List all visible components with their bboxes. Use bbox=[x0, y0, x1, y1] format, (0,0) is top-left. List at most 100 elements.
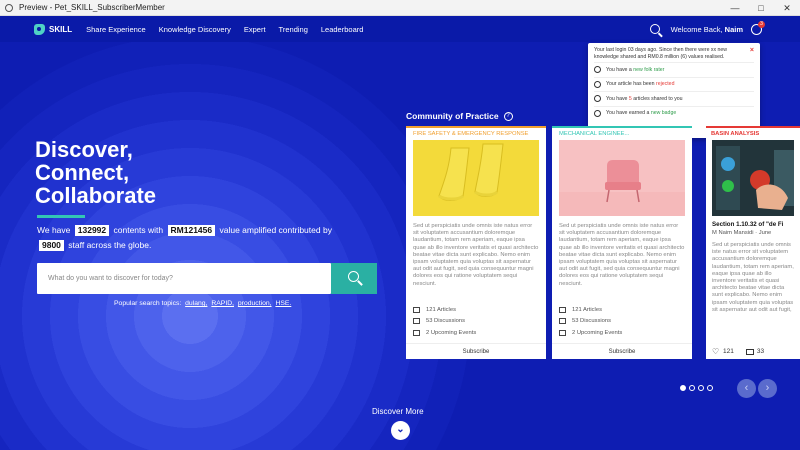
articles-count: 121 Articles bbox=[572, 306, 602, 313]
skill-logo-icon bbox=[34, 23, 45, 35]
stats-text: staff across the globe. bbox=[68, 240, 152, 250]
badge-icon bbox=[594, 109, 601, 117]
notification-item[interactable]: Your article has been rejected bbox=[594, 76, 754, 92]
card-meta: 121 Articles 53 Discussions 2 Upcoming E… bbox=[552, 304, 692, 339]
notification-badge: 3 bbox=[758, 20, 765, 28]
top-navbar: SKILL Share Experience Knowledge Discove… bbox=[0, 16, 800, 42]
card-discussions: 53 Discussions bbox=[559, 316, 685, 328]
community-card[interactable]: FIRE SAFETY & EMERGENCY RESPONSE Sed ut … bbox=[406, 126, 546, 359]
carousel-dot[interactable] bbox=[680, 385, 686, 391]
carousel-dot[interactable] bbox=[698, 385, 704, 391]
notification-text: Your article has been bbox=[606, 81, 655, 88]
help-icon[interactable]: ? bbox=[503, 111, 513, 121]
discover-search-input[interactable]: What do you want to discover for today? bbox=[37, 263, 331, 294]
minimize-button[interactable]: — bbox=[722, 0, 748, 16]
notification-popup: × Your last login 03 days ago. Since the… bbox=[588, 43, 760, 138]
events-count: 2 Upcoming Events bbox=[572, 329, 623, 336]
welcome-text: Welcome Back, Naim bbox=[671, 25, 743, 34]
contents-count: 132992 bbox=[74, 225, 110, 236]
notification-item[interactable]: You have earned a new badge bbox=[594, 105, 754, 121]
article-card[interactable]: BASIN ANALYSIS Section 1.10.32 of "de Fi… bbox=[706, 126, 800, 359]
person-icon bbox=[594, 66, 601, 74]
heart-icon[interactable]: ♡ bbox=[712, 348, 720, 356]
user-profile-icon[interactable]: 3 bbox=[751, 20, 765, 35]
staff-count: 9800 bbox=[39, 240, 64, 251]
hero-divider bbox=[37, 215, 85, 218]
app-icon bbox=[5, 3, 13, 12]
calendar-icon bbox=[559, 329, 566, 336]
clipboard-icon bbox=[594, 80, 601, 88]
card-image bbox=[712, 140, 794, 216]
card-meta: 121 Articles 53 Discussions 2 Upcoming E… bbox=[406, 304, 546, 339]
notification-intro: Your last login 03 days ago. Since then … bbox=[594, 47, 728, 60]
nav-trending[interactable]: Trending bbox=[279, 25, 308, 34]
articles-icon bbox=[559, 306, 566, 313]
brand-name: SKILL bbox=[49, 24, 73, 34]
card-category: MECHANICAL ENGINEE... bbox=[559, 131, 630, 137]
topic-link[interactable]: dulang, bbox=[185, 300, 207, 307]
notification-text: articles shared to you bbox=[633, 95, 683, 102]
article-title[interactable]: Section 1.10.32 of "de Fi bbox=[706, 216, 800, 230]
discussions-icon bbox=[413, 318, 420, 325]
close-notification-button[interactable]: × bbox=[750, 47, 754, 54]
calendar-icon bbox=[413, 329, 420, 336]
card-image bbox=[559, 140, 685, 216]
card-articles: 121 Articles bbox=[413, 304, 539, 316]
notification-link[interactable]: new badge bbox=[651, 110, 676, 116]
community-title-text: Community of Practice bbox=[406, 111, 499, 121]
notification-text: You have a bbox=[606, 66, 632, 73]
close-window-button[interactable]: ✕ bbox=[774, 0, 800, 16]
topic-link[interactable]: production, bbox=[238, 300, 272, 307]
window-titlebar: Preview - Pet_SKILL_SubscriberMember — □… bbox=[0, 0, 800, 16]
nav-share-experience[interactable]: Share Experience bbox=[86, 25, 146, 34]
stats-text: contents with bbox=[113, 225, 164, 235]
nav-expert[interactable]: Expert bbox=[244, 25, 266, 34]
comment-icon[interactable] bbox=[745, 348, 754, 355]
discussions-count: 53 Discussions bbox=[426, 318, 465, 325]
carousel-prev-button[interactable]: ‹ bbox=[737, 379, 756, 398]
chevron-down-icon[interactable]: ⌄ bbox=[391, 421, 410, 440]
card-category: BASIN ANALYSIS bbox=[711, 131, 760, 137]
hero-stats: We have 132992 contents with RM121456 va… bbox=[37, 223, 367, 253]
article-description: Sed ut perspiciatis unde omnis iste natu… bbox=[712, 242, 794, 313]
topic-link[interactable]: RAPID, bbox=[211, 300, 234, 307]
events-count: 2 Upcoming Events bbox=[426, 329, 477, 336]
notification-link[interactable]: rejected bbox=[656, 81, 674, 87]
nav-knowledge-discovery[interactable]: Knowledge Discovery bbox=[159, 25, 231, 34]
notification-text: You have bbox=[606, 95, 628, 102]
popular-label: Popular search topics: bbox=[114, 300, 182, 307]
carousel-next-button[interactable]: › bbox=[758, 379, 777, 398]
likes-count: 121 bbox=[723, 348, 734, 355]
yellow-sneakers-image bbox=[413, 140, 539, 216]
community-card[interactable]: MECHANICAL ENGINEE... Sed ut perspiciati… bbox=[552, 126, 692, 359]
card-image bbox=[413, 140, 539, 216]
carousel-dot[interactable] bbox=[689, 385, 695, 391]
topic-link[interactable]: HSE. bbox=[275, 300, 291, 307]
brand-logo[interactable]: SKILL bbox=[34, 23, 73, 35]
card-events: 2 Upcoming Events bbox=[559, 327, 685, 339]
nav-leaderboard[interactable]: Leaderboard bbox=[321, 25, 364, 34]
discussions-icon bbox=[559, 318, 566, 325]
carousel-dot[interactable] bbox=[707, 385, 713, 391]
card-description: Sed ut perspiciatis unde omnis iste natu… bbox=[559, 223, 685, 287]
hero-line-3: Collaborate bbox=[35, 183, 157, 208]
search-icon[interactable] bbox=[649, 24, 660, 34]
notification-item[interactable]: You have a new folk rater bbox=[594, 62, 754, 77]
notification-item[interactable]: You have 5 articles shared to you bbox=[594, 91, 754, 106]
notification-text: You have earned a bbox=[606, 110, 650, 117]
subscribe-button[interactable]: Subscribe bbox=[406, 343, 546, 359]
community-title: Community of Practice ? bbox=[406, 111, 513, 121]
search-button[interactable] bbox=[331, 263, 377, 294]
card-articles: 121 Articles bbox=[559, 304, 685, 316]
popular-topics: Popular search topics: dulang, RAPID, pr… bbox=[114, 300, 291, 307]
card-discussions: 53 Discussions bbox=[413, 316, 539, 328]
card-events: 2 Upcoming Events bbox=[413, 327, 539, 339]
notification-link[interactable]: new folk rater bbox=[633, 67, 664, 73]
welcome-prefix: Welcome Back, bbox=[670, 24, 723, 34]
pink-chair-image bbox=[559, 140, 685, 216]
discover-more-label: Discover More bbox=[372, 407, 424, 416]
subscribe-button[interactable]: Subscribe bbox=[552, 343, 692, 359]
window-title: Preview - Pet_SKILL_SubscriberMember bbox=[19, 3, 165, 12]
maximize-button[interactable]: □ bbox=[748, 0, 774, 16]
comments-count: 33 bbox=[756, 348, 765, 355]
